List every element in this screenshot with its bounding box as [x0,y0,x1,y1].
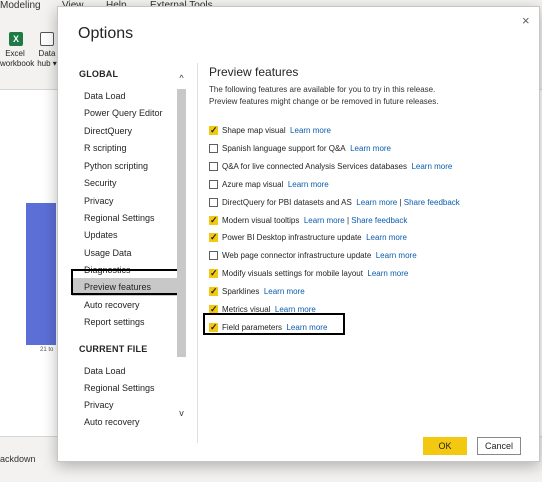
feature-checkbox[interactable] [209,251,218,261]
nav-item-cf-privacy[interactable]: Privacy [84,400,114,410]
chart-axis-label: 21 to [40,347,54,353]
link-separator: | [346,215,350,225]
options-nav: GLOBAL Data Load Power Query Editor Dire… [72,63,188,432]
feature-label-wrap: DirectQuery for PBI datasets and AS Lear… [222,198,460,208]
highlight-box-preview-features [71,269,180,295]
share-feedback-link[interactable]: Share feedback [404,198,460,207]
nav-item-auto-recovery[interactable]: Auto recovery [84,300,140,310]
nav-item-privacy[interactable]: Privacy [84,196,114,206]
learn-more-link[interactable]: Learn more [411,162,452,171]
nav-item-usage-data[interactable]: Usage Data [84,248,132,258]
page-tab[interactable]: ackdown [0,454,36,464]
feature-label-wrap: Q&A for live connected Analysis Services… [222,162,452,172]
link-separator: | [399,197,402,207]
nav-item-cf-auto-recovery[interactable]: Auto recovery [84,417,140,427]
nav-heading-current-file: CURRENT FILE [79,344,148,354]
feature-label: Sparklines [222,287,260,297]
feature-label: Power BI Desktop infrastructure update [222,233,362,243]
data-hub-icon [40,32,54,46]
data-hub-label-2: hub ▾ [37,59,57,68]
excel-label-2: workbook [0,59,35,68]
nav-item-updates[interactable]: Updates [84,230,118,240]
nav-item-regional-settings[interactable]: Regional Settings [84,213,155,223]
feature-label: Modern visual tooltips [222,215,300,225]
feature-label: Shape map visual [222,126,286,135]
data-hub-button[interactable]: Data hub ▾ [35,49,59,69]
share-feedback-link[interactable]: Share feedback [351,216,407,225]
feature-label: DirectQuery for PBI datasets and AS [222,197,352,207]
learn-more-link[interactable]: Learn more [304,216,345,225]
content-title: Preview features [209,65,299,79]
feature-label: Spanish language support for Q&A [222,143,346,153]
feature-checkbox[interactable] [209,197,218,207]
scroll-up-icon[interactable]: ^ [175,73,188,83]
excel-label-1: Excel [5,49,25,58]
chart-bar [26,203,56,345]
feature-label: Azure map visual [222,179,284,189]
feature-checkbox[interactable] [209,268,218,279]
nav-heading-global: GLOBAL [79,69,119,79]
feature-checkbox[interactable] [209,179,218,189]
preview-features-panel: Preview features The following features … [209,63,529,333]
ok-button[interactable]: OK [423,437,467,455]
cancel-button[interactable]: Cancel [477,437,521,455]
feature-label-wrap: Spanish language support for Q&A Learn m… [222,144,391,154]
feature-label-wrap: Modern visual tooltips Learn more | Shar… [222,216,407,226]
tab-modeling[interactable]: Modeling [0,0,41,11]
feature-checkbox[interactable] [209,143,218,153]
feature-label: Modify visuals settings for mobile layou… [222,269,363,279]
nav-item-security[interactable]: Security [84,178,117,188]
learn-more-link[interactable]: Learn more [367,269,408,278]
feature-checkbox[interactable] [209,125,218,136]
feature-label: Q&A for live connected Analysis Services… [222,161,407,171]
dialog-title: Options [78,25,134,42]
nav-item-python-scripting[interactable]: Python scripting [84,161,148,171]
highlight-box-field-parameters [203,313,345,335]
feature-checkbox[interactable] [209,286,218,297]
feature-label-wrap: Power BI Desktop infrastructure update L… [222,233,407,243]
data-hub-label-1: Data [38,49,56,58]
feature-label-wrap: Azure map visual Learn more [222,180,329,190]
learn-more-link[interactable]: Learn more [288,180,329,189]
learn-more-link[interactable]: Learn more [290,126,331,135]
nav-item-report-settings[interactable]: Report settings [84,317,145,327]
options-dialog: Options × GLOBAL Data Load Power Query E… [57,6,540,462]
content-description: The following features are available for… [209,85,439,106]
learn-more-link[interactable]: Learn more [356,198,397,207]
nav-item-data-load[interactable]: Data Load [84,91,126,101]
nav-item-r-scripting[interactable]: R scripting [84,143,127,153]
feature-checkbox[interactable] [209,215,218,226]
nav-divider [197,63,198,443]
feature-label: Web page connector infrastructure update [222,251,372,261]
scrollbar-thumb[interactable] [177,89,186,357]
feature-checkbox[interactable] [209,232,218,243]
nav-item-cf-regional-settings[interactable]: Regional Settings [84,383,155,393]
nav-item-directquery[interactable]: DirectQuery [84,126,132,136]
learn-more-link[interactable]: Learn more [366,233,407,242]
feature-label-wrap: Shape map visual Learn more [222,126,331,136]
scroll-down-icon[interactable]: v [175,408,188,418]
feature-label-wrap: Web page connector infrastructure update… [222,251,417,261]
close-icon[interactable]: × [522,13,530,29]
learn-more-link[interactable]: Learn more [350,144,391,153]
excel-workbook-button[interactable]: Excel workbook [0,49,35,69]
learn-more-link[interactable]: Learn more [264,287,305,296]
feature-label-wrap: Sparklines Learn more [222,287,305,297]
nav-scrollbar[interactable]: ^ v [175,63,188,432]
excel-icon: X [9,32,23,46]
learn-more-link[interactable]: Learn more [376,251,417,260]
nav-item-cf-data-load[interactable]: Data Load [84,366,126,376]
nav-item-power-query-editor[interactable]: Power Query Editor [84,108,163,118]
feature-label-wrap: Modify visuals settings for mobile layou… [222,269,408,279]
feature-checkbox[interactable] [209,161,218,171]
